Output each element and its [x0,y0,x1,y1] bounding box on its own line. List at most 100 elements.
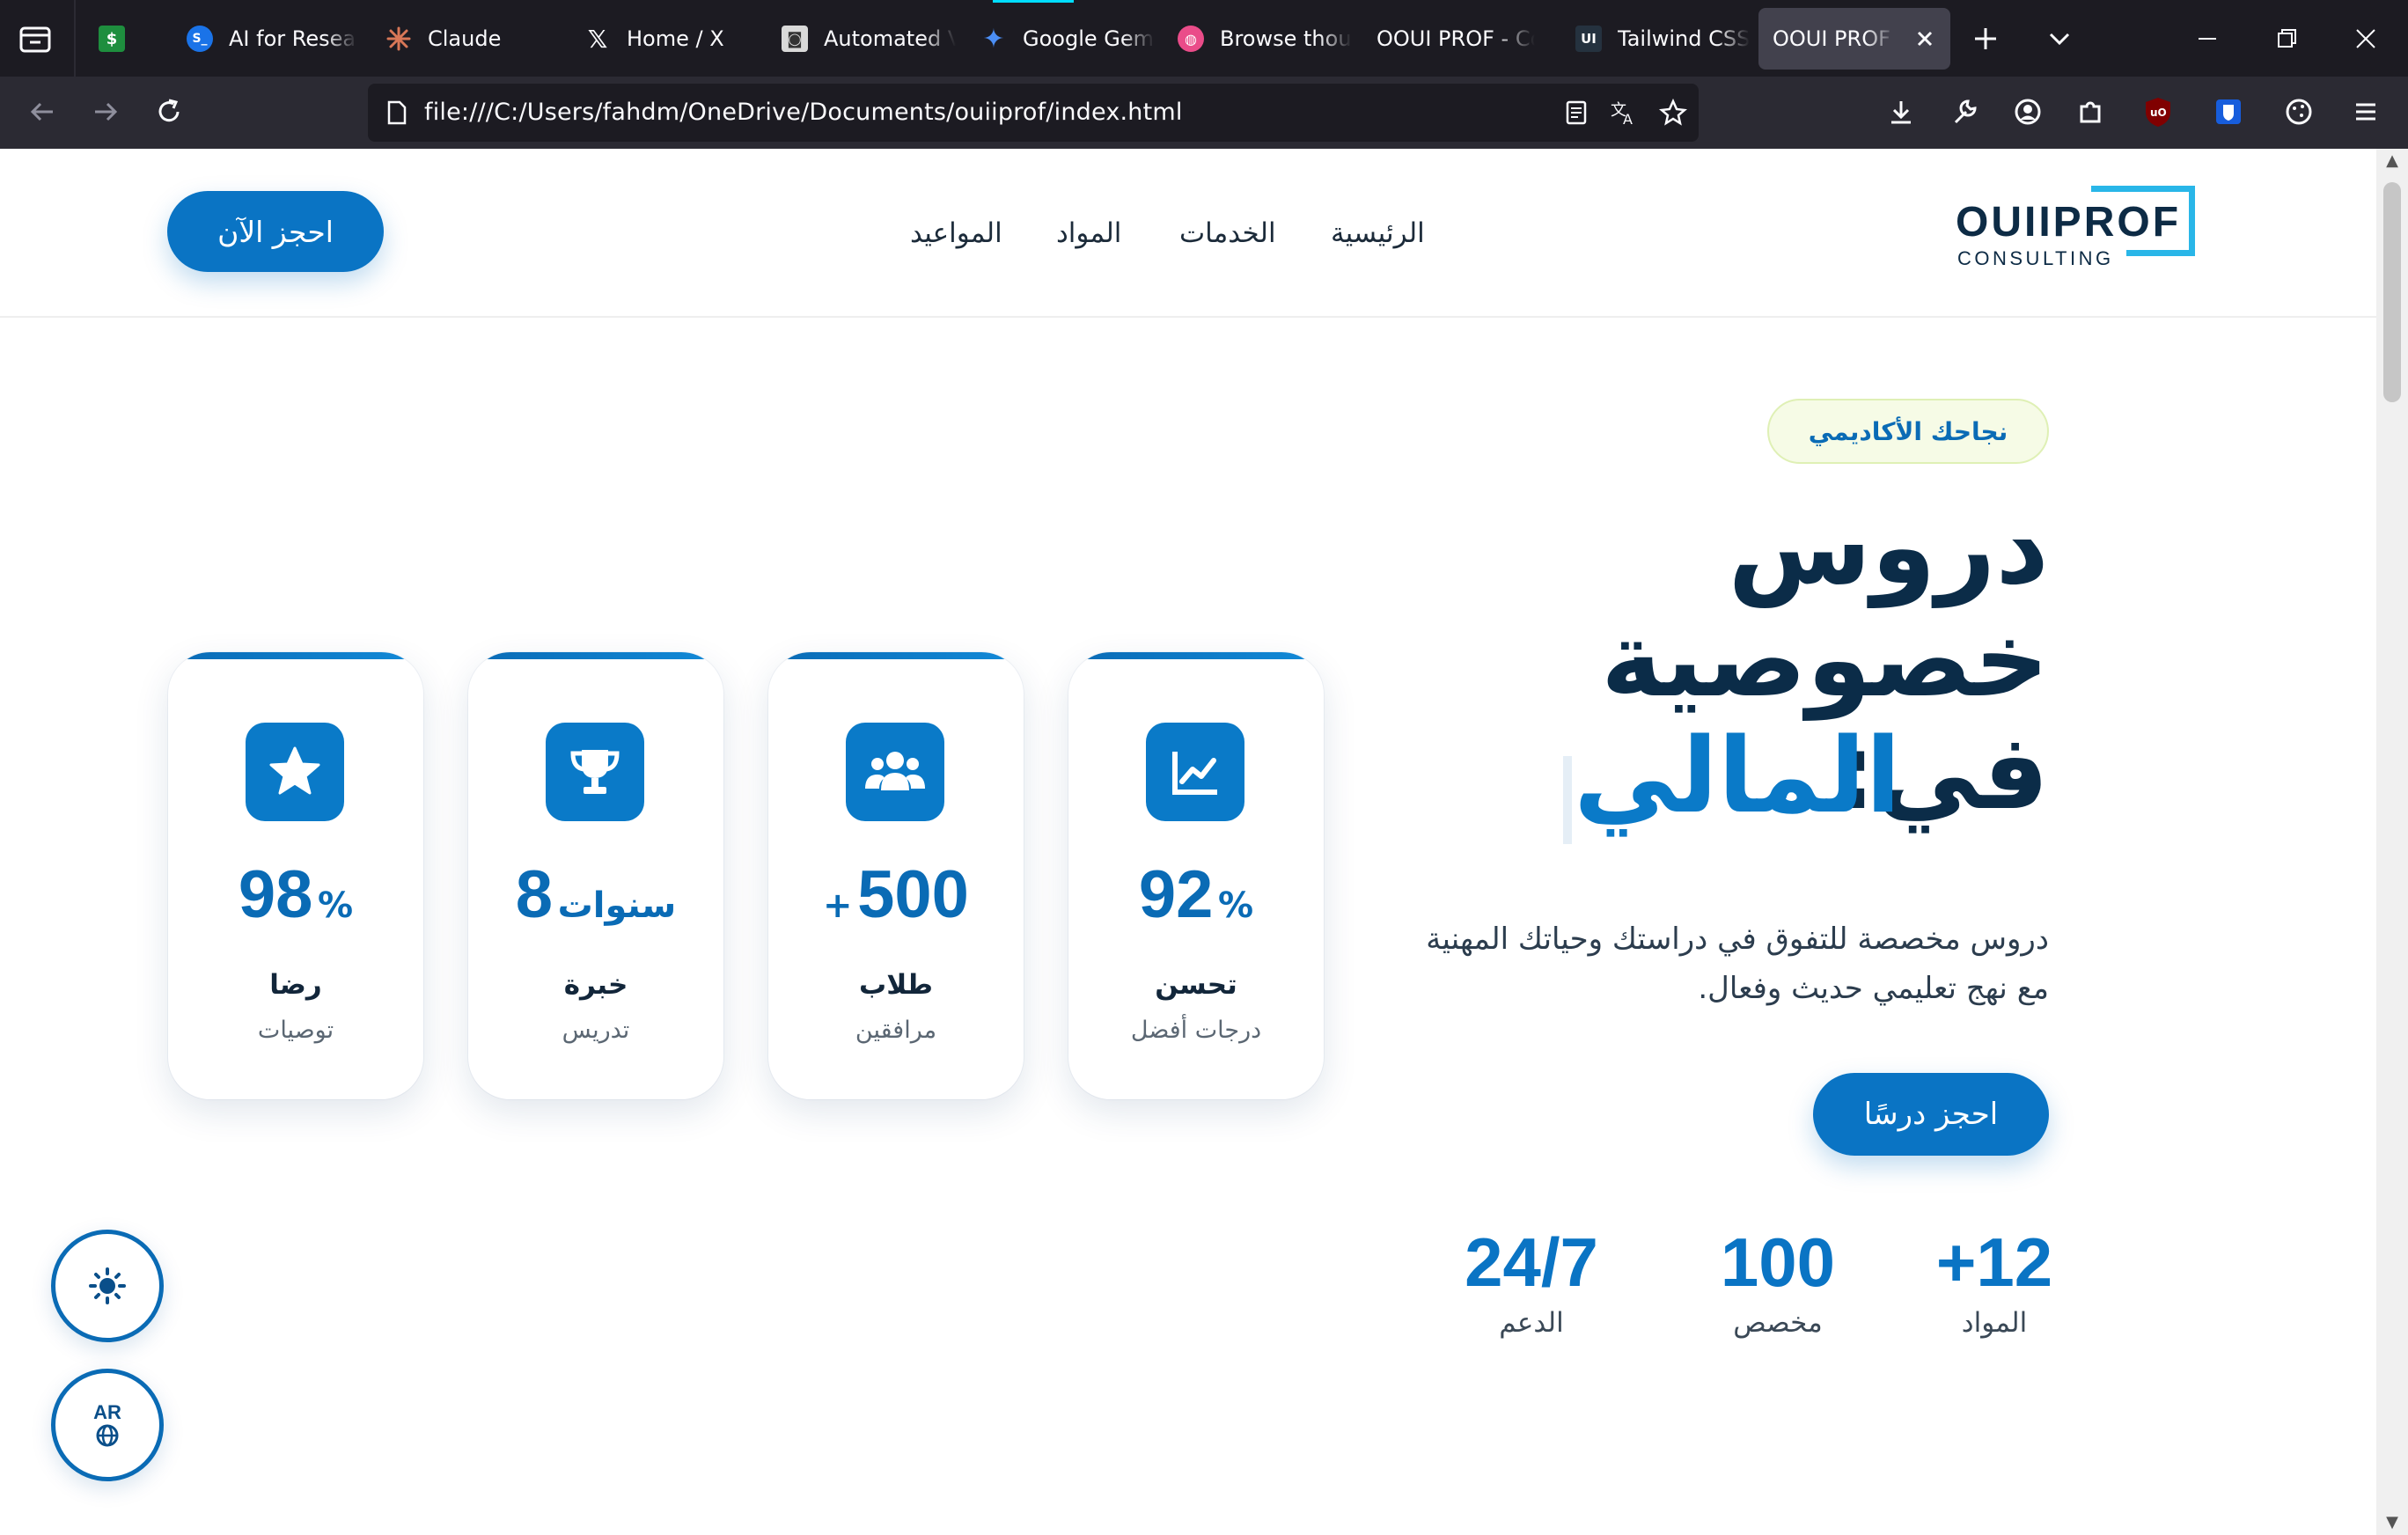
book-lesson-button[interactable]: احجز درسًا [1813,1073,2049,1156]
language-label: AR [93,1401,121,1423]
stat-card-experience: سنوات 8 خبرة تدريس [468,652,723,1099]
nav-subjects[interactable]: المواد [1056,149,1121,318]
nav-services-label[interactable]: الخدمات [1179,217,1276,249]
chevron-down-icon[interactable] [2042,21,2077,56]
tab-overview-icon[interactable] [12,16,58,62]
tab-ooui-1[interactable]: OOUI PROF - Cou [1377,8,1544,70]
card-accent-bar [168,652,423,659]
wrench-icon[interactable] [1947,94,1982,129]
back-icon[interactable] [23,92,62,131]
book-now-button[interactable]: احجز الآن [167,191,384,272]
card-number: 98 % [168,856,423,933]
card-subtitle: توصيات [257,1017,334,1044]
stat-custom-label: مخصص [1733,1307,1823,1339]
bot-icon: ◙ [782,26,808,52]
nav-appointments[interactable]: المواعيد [910,149,1002,318]
card-subtitle: درجات أفضل [1130,1017,1262,1044]
language-button[interactable]: AR [51,1369,164,1481]
page-icon [382,99,410,127]
close-window-icon[interactable] [2348,21,2383,56]
tab-automated[interactable]: ◙ Automated V [782,8,958,70]
card-value: 500 [857,857,969,932]
ublock-icon[interactable]: uO [2140,94,2176,129]
site-header: OUIIPROF CONSULTING الرئيسية الخدمات الم… [0,149,2376,318]
stat-subjects-label: المواد [1961,1307,2028,1339]
hero-badge: نجاحك الأكاديمي [1767,399,2049,464]
minimize-icon[interactable] [2190,21,2225,56]
tab-gemini[interactable]: ✦ Google Gemi [980,8,1156,70]
theme-toggle-button[interactable] [51,1230,164,1342]
restore-icon[interactable] [2269,21,2304,56]
stat-support-label: الدعم [1499,1307,1564,1339]
sheets-icon: $ [99,26,125,52]
card-value: 92 [1138,857,1214,932]
ui-icon: UI [1575,26,1602,52]
browser-tab-bar: $ S_ AI for Research Claude 𝕏 Home / X ◙… [0,0,2408,77]
url-text[interactable]: file:///C:/Users/fahdm/OneDrive/Document… [424,99,1183,126]
page-scrollbar[interactable]: ▲ ▼ [2376,149,2408,1535]
reader-view-icon[interactable] [1561,98,1591,128]
tab-tailwind[interactable]: UI Tailwind CSS [1575,8,1751,70]
logo[interactable]: OUIIPROF CONSULTING [1949,186,2204,274]
download-icon[interactable] [1883,94,1919,129]
tab-title: Browse thous [1220,26,1352,51]
tab-claude[interactable]: Claude [385,8,562,70]
svg-text:A: A [1623,111,1633,128]
new-tab-icon[interactable] [1968,21,2003,56]
card-unit: % [1218,885,1254,926]
translate-icon[interactable]: 文A [1609,98,1639,128]
reload-icon[interactable] [150,92,188,131]
svg-text:uO: uO [2150,106,2167,119]
scroll-thumb[interactable] [2383,182,2401,402]
card-subtitle: تدريس [562,1017,630,1044]
card-accent-bar [768,652,1024,659]
card-unit: % [318,885,354,926]
tab-ooui-active[interactable]: OOUI PROF - C [1758,8,1950,70]
stat-subjects-number: +12 [1935,1223,2053,1301]
bitwarden-icon[interactable] [2211,94,2246,129]
nav-services[interactable]: الخدمات [1179,149,1276,318]
forward-icon[interactable] [86,92,125,131]
card-number: + 500 [768,856,1024,933]
stat-card-satisfaction: 98 % رضا توصيات [168,652,423,1099]
nav-home[interactable]: الرئيسية [1331,149,1425,318]
gemini-icon: ✦ [982,23,1005,55]
tab-ai-research[interactable]: S_ AI for Research [187,8,357,70]
card-unit: + [823,885,853,926]
close-tab-icon[interactable] [1912,26,1938,52]
stat-card-students: + 500 طلاب مرافقين [768,652,1024,1099]
claude-icon [385,26,412,52]
tab-indicator [993,0,1074,3]
chart-line-icon [1146,723,1244,821]
account-icon[interactable] [2010,94,2045,129]
bookmark-star-icon[interactable] [1658,98,1688,128]
tab-title: Tailwind CSS [1618,26,1750,51]
tab-title: OOUI PROF - Cou [1377,26,1535,51]
menu-icon[interactable] [2348,94,2383,129]
hero-description: دروس مخصصة للتفوق في دراستك وحياتك المهن… [1426,922,2049,1006]
stat-custom: 100 مخصص [1707,1223,1848,1339]
card-accent-bar [468,652,723,659]
nav-appointments-label[interactable]: المواعيد [910,217,1002,249]
tab-dribbble[interactable]: ◍ Browse thous [1178,8,1354,70]
cookie-icon[interactable] [2281,94,2316,129]
card-value: 8 [515,857,554,932]
tab-title: Claude [428,26,502,51]
scroll-down-icon[interactable]: ▼ [2382,1512,2403,1533]
address-bar[interactable]: file:///C:/Users/fahdm/OneDrive/Document… [368,84,1699,142]
nav-subjects-label[interactable]: المواد [1056,217,1121,249]
extensions-icon[interactable] [2074,94,2109,129]
tab-sheets[interactable]: $ [99,8,151,70]
hero-rotating-word: المالي [1574,715,1901,836]
card-number: 92 % [1068,856,1324,933]
research-icon: S_ [187,26,213,52]
card-title: رضا [269,969,322,1001]
star-icon [246,723,344,821]
tab-x[interactable]: 𝕏 Home / X [584,8,760,70]
trophy-icon [546,723,644,821]
scroll-up-icon[interactable]: ▲ [2382,151,2403,172]
x-icon: 𝕏 [587,24,608,54]
card-subtitle: مرافقين [855,1017,937,1044]
nav-home-label[interactable]: الرئيسية [1331,217,1425,249]
logo-text: OUIIPROF [1956,198,2185,246]
